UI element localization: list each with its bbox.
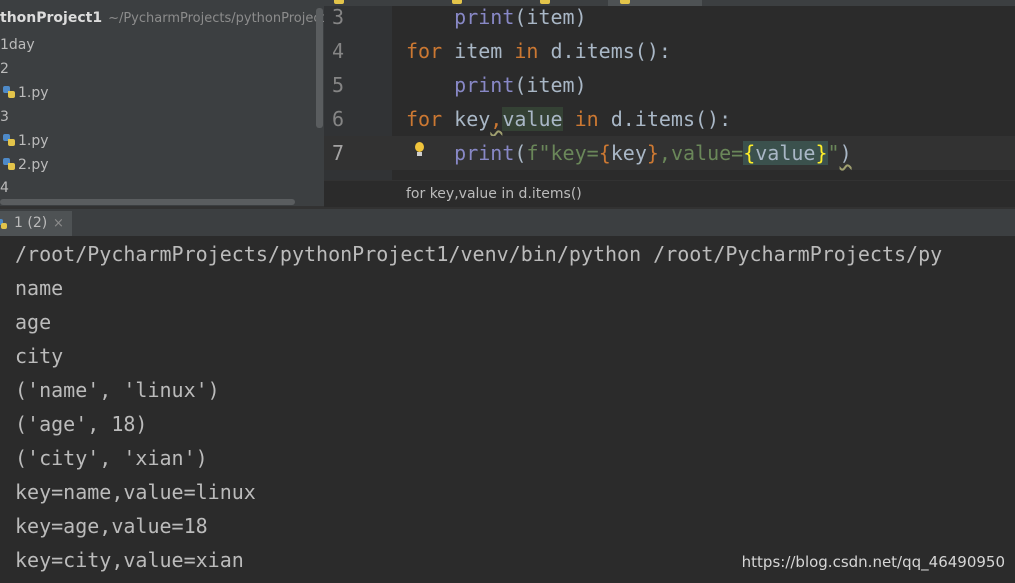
code-line-5[interactable]: 5 print(item) (324, 68, 1015, 102)
tree-item-file[interactable]: 2.py (0, 154, 49, 176)
console-line: ('age', 18) (15, 412, 148, 436)
tree-item-label: 1.py (18, 85, 49, 101)
console-line: ('name', 'linux') (15, 378, 220, 402)
code-editor[interactable]: 3 print(item) 4 for item in d.items(): 5… (324, 0, 1015, 207)
project-vertical-scrollbar[interactable] (316, 8, 323, 128)
console-line: key=city,value=xian (15, 548, 244, 572)
python-run-icon (0, 219, 7, 229)
python-file-icon (3, 134, 15, 146)
tree-item-4[interactable]: 4 (0, 177, 9, 199)
code-text: for item in d.items(): (406, 39, 671, 63)
console-line: /root/PycharmProjects/pythonProject1/ven… (15, 242, 943, 266)
tree-item-file[interactable]: 1.py (0, 130, 49, 152)
watermark: https://blog.csdn.net/qq_46490950 (741, 553, 1005, 571)
tree-item-label: 2.py (18, 157, 49, 173)
tree-item-label: 1.py (18, 133, 49, 149)
code-text: print(item) (454, 73, 587, 97)
tree-item-label: 2 (0, 61, 9, 77)
tree-item-label: 3 (0, 109, 9, 125)
run-tool-window-header: 1 (2) × (0, 207, 1015, 238)
code-text: print(item) (454, 5, 587, 29)
tree-item-label: 1day (0, 37, 35, 53)
line-number: 6 (331, 107, 344, 131)
code-text: for key,value in d.items(): (406, 107, 732, 131)
tree-item-1day[interactable]: 1day (0, 34, 35, 56)
console-line: city (15, 344, 64, 368)
breadcrumb-bar: for key,value in d.items() (324, 180, 1015, 207)
console-line: key=age,value=18 (15, 514, 208, 538)
breadcrumb[interactable]: for key,value in d.items() (406, 186, 582, 202)
project-name: thonProject1 (0, 10, 103, 26)
line-number: 4 (331, 39, 344, 63)
code-line-6[interactable]: 6 for key,value in d.items(): (324, 102, 1015, 136)
tree-item-2[interactable]: 2 (0, 58, 9, 80)
run-tab-label: 1 (2) (14, 215, 48, 231)
tab-run[interactable]: 1 (2) × (0, 211, 72, 238)
project-root[interactable]: thonProject1 ~/PycharmProjects/pythonProj… (0, 10, 324, 30)
tree-item-file[interactable]: 1.py (0, 82, 49, 104)
close-icon[interactable]: × (53, 216, 64, 231)
console-line: key=name,value=linux (15, 480, 256, 504)
lightbulb-icon[interactable] (414, 142, 424, 158)
tree-item-3[interactable]: 3 (0, 106, 9, 128)
console-line: ('city', 'xian') (15, 446, 208, 470)
python-file-icon (3, 86, 15, 98)
run-console[interactable]: /root/PycharmProjects/pythonProject1/ven… (0, 236, 1015, 583)
project-horizontal-scrollbar[interactable] (0, 199, 295, 205)
code-line-4[interactable]: 4 for item in d.items(): (324, 34, 1015, 68)
python-file-icon (3, 158, 15, 170)
tree-item-label: 4 (0, 180, 9, 196)
code-text: print(f"key={key},value={value}") (454, 141, 852, 165)
line-number: 3 (331, 5, 344, 29)
code-line-3[interactable]: 3 print(item) (324, 0, 1015, 34)
line-number: 5 (331, 73, 344, 97)
console-line: age (15, 310, 52, 334)
line-number: 7 (331, 141, 344, 165)
project-panel: thonProject1 ~/PycharmProjects/pythonProj… (0, 0, 324, 207)
project-path: ~/PycharmProjects/pythonProject1 (108, 11, 324, 26)
code-line-7[interactable]: 7 print(f"key={key},value={value}") (324, 136, 1015, 170)
console-line: name (15, 276, 64, 300)
